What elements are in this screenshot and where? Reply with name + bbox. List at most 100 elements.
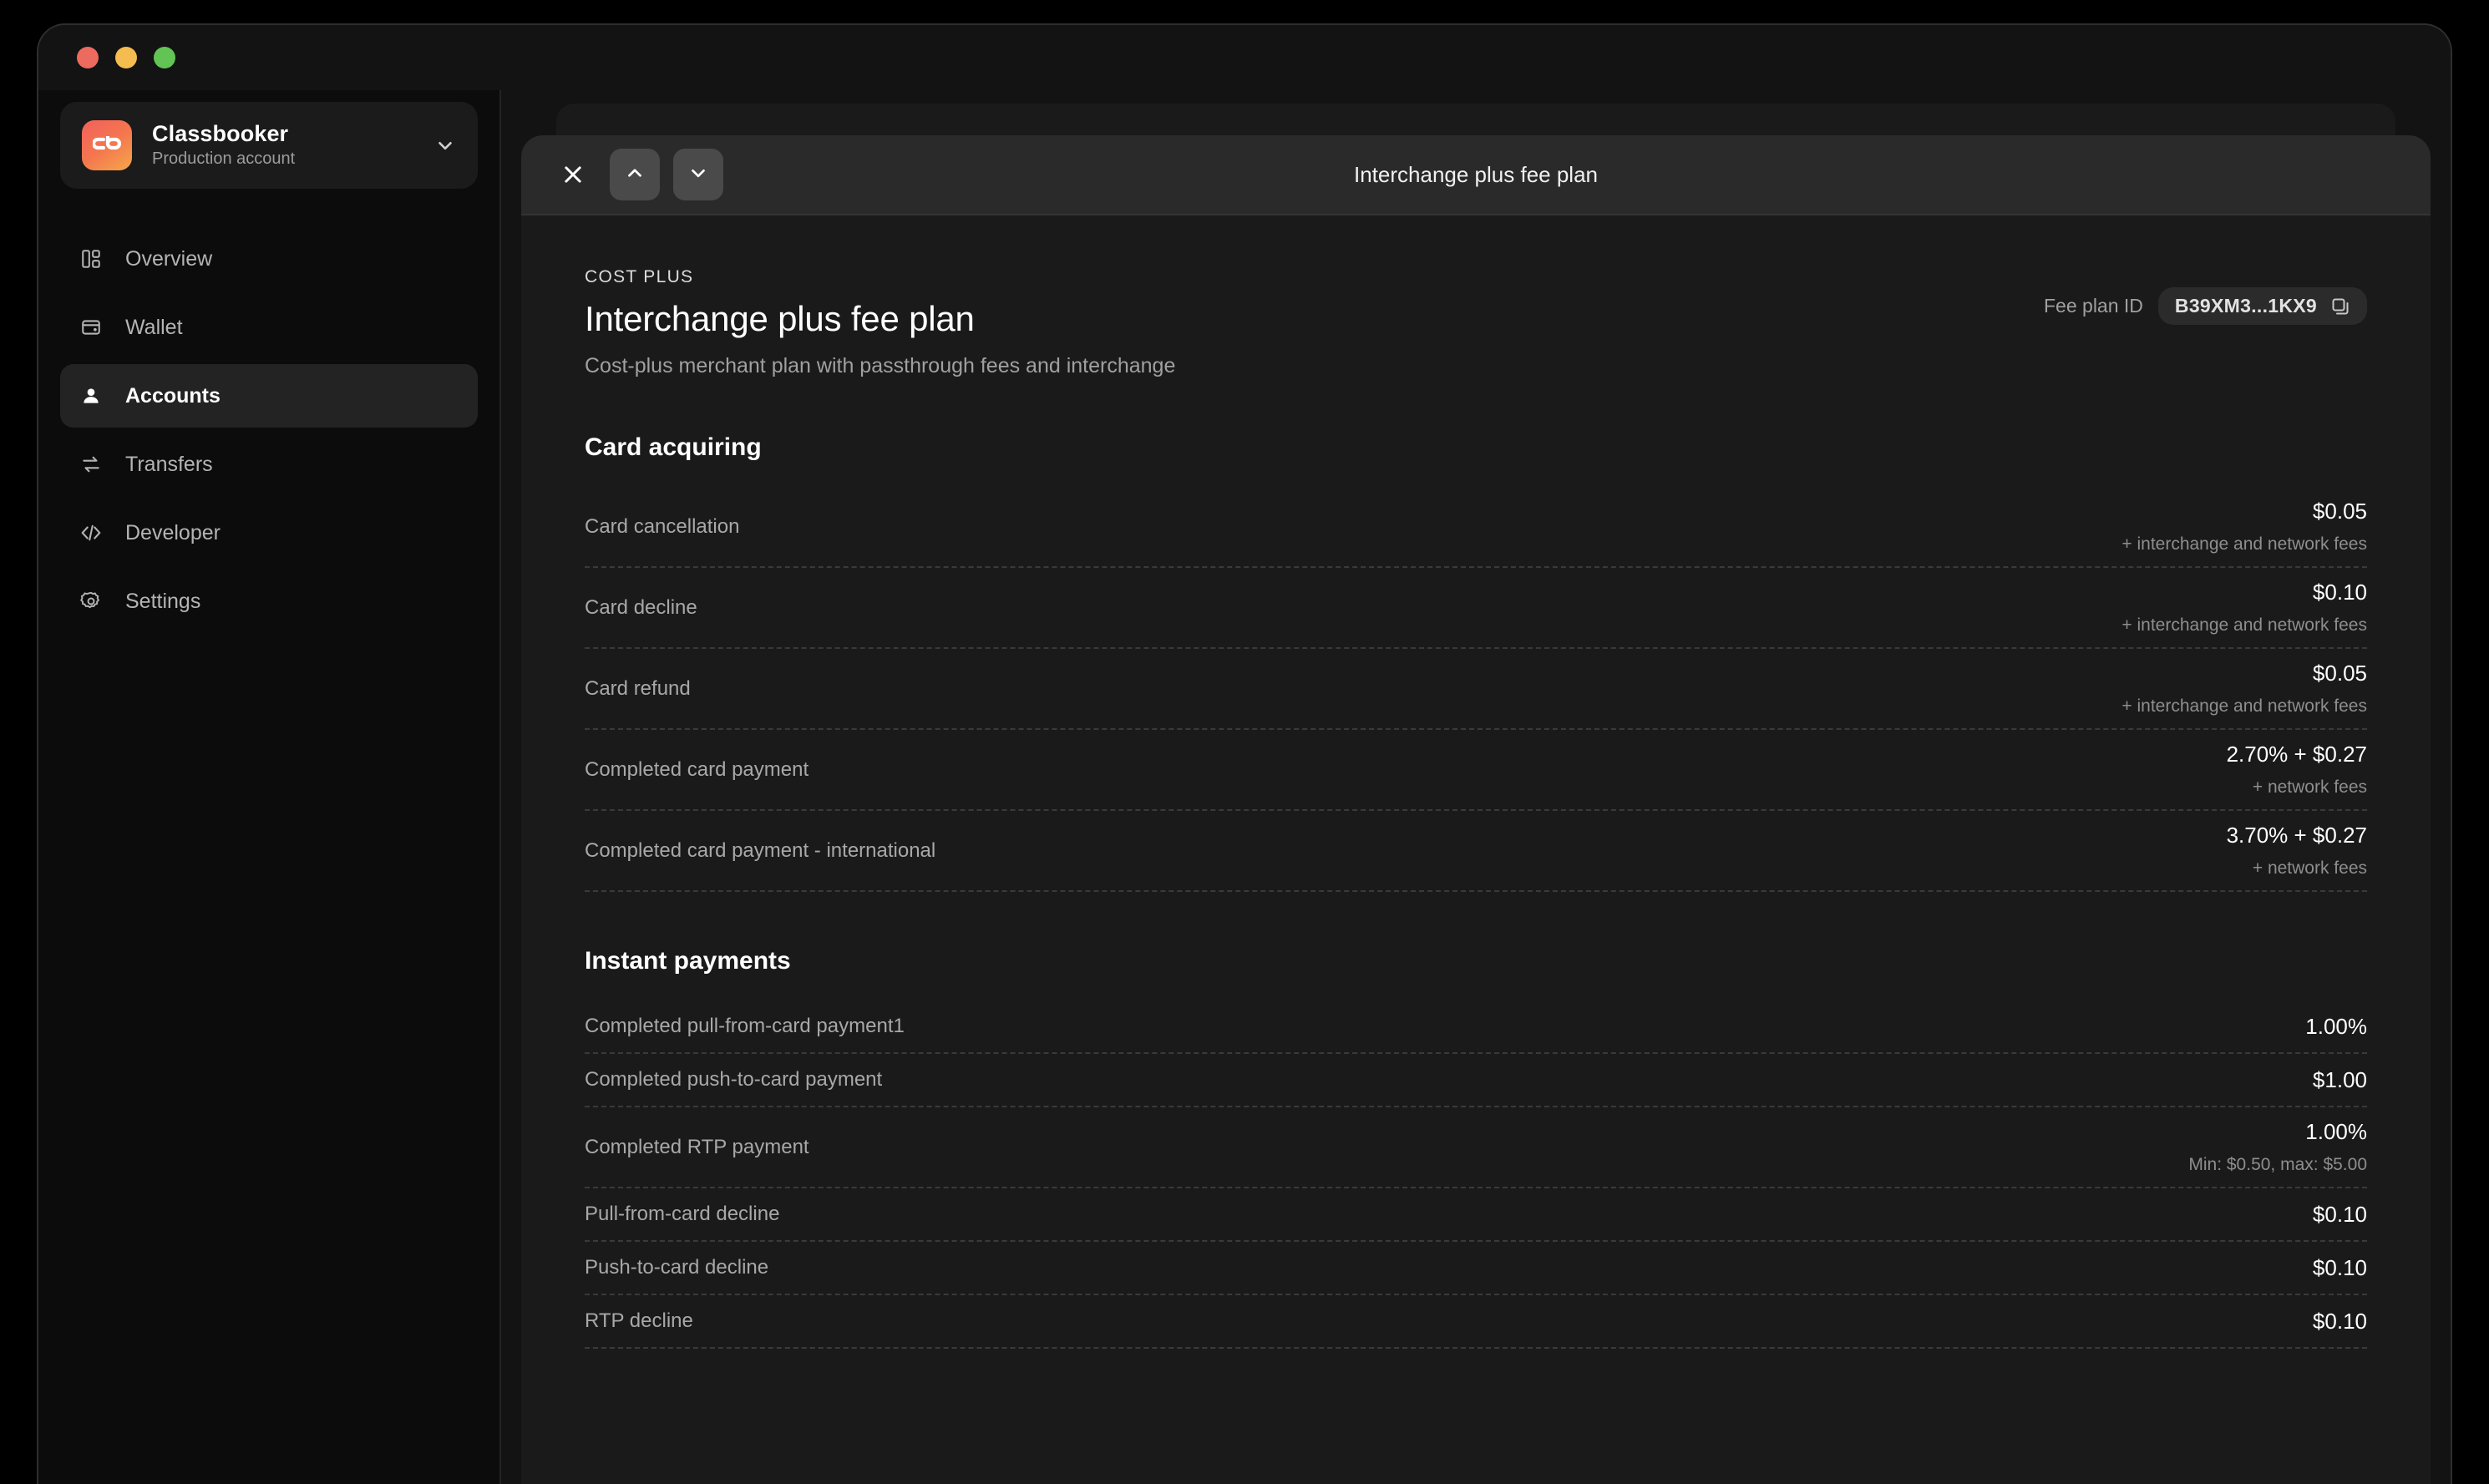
- fee-right: 1.00%: [2305, 1014, 2367, 1040]
- modal-title: Interchange plus fee plan: [1354, 161, 1598, 187]
- sidebar: Classbooker Production account Overview …: [38, 90, 501, 1484]
- fee-value: $0.05: [2312, 661, 2367, 686]
- plan-description: Cost-plus merchant plan with passthrough…: [585, 354, 1176, 377]
- gear-icon: [79, 590, 104, 612]
- classbooker-logo-icon: [82, 120, 132, 171]
- section-instant-payments: Instant payments Completed pull-from-car…: [585, 947, 2367, 1349]
- fee-row: Card cancellation $0.05 + interchange an…: [585, 487, 2367, 568]
- fee-right: $0.05 + interchange and network fees: [2121, 661, 2367, 717]
- fee-row: Card refund $0.05 + interchange and netw…: [585, 649, 2367, 730]
- fee-label: Pull-from-card decline: [585, 1203, 780, 1225]
- fee-row: Card decline $0.10 + interchange and net…: [585, 568, 2367, 649]
- fee-row: Completed card payment - international 3…: [585, 811, 2367, 892]
- modal-body: COST PLUS Interchange plus fee plan Cost…: [521, 215, 2431, 1484]
- fee-note: + network fees: [2252, 777, 2367, 797]
- fee-right: 1.00% Min: $0.50, max: $5.00: [2188, 1119, 2367, 1175]
- section-card-acquiring: Card acquiring Card cancellation $0.05 +…: [585, 433, 2367, 892]
- sidebar-item-label: Overview: [125, 246, 213, 271]
- fee-note: + network fees: [2252, 858, 2367, 878]
- fee-label: Completed RTP payment: [585, 1135, 809, 1158]
- fee-note: + interchange and network fees: [2121, 615, 2367, 635]
- account-text: Classbooker Production account: [152, 120, 414, 170]
- fee-value: $1.00: [2312, 1066, 2367, 1092]
- fee-row: Completed RTP payment 1.00% Min: $0.50, …: [585, 1107, 2367, 1188]
- section-title: Card acquiring: [585, 433, 762, 461]
- fee-note: + interchange and network fees: [2121, 534, 2367, 554]
- fee-label: Completed push-to-card payment: [585, 1068, 883, 1091]
- sidebar-nav: Overview Wallet Accounts Transfers Devel…: [60, 227, 478, 633]
- fee-note: + interchange and network fees: [2121, 696, 2367, 716]
- account-name: Classbooker: [152, 121, 289, 146]
- section-title: Instant payments: [585, 947, 791, 975]
- sidebar-item-accounts[interactable]: Accounts: [60, 364, 478, 428]
- fee-row: Pull-from-card decline $0.10: [585, 1188, 2367, 1242]
- person-icon: [79, 385, 104, 407]
- fee-right: $0.10: [2313, 1255, 2367, 1281]
- window-close-button[interactable]: [77, 47, 99, 68]
- chevron-up-icon: [624, 162, 646, 188]
- previous-item-button[interactable]: [610, 149, 660, 200]
- fee-plan-id-label: Fee plan ID: [2044, 295, 2143, 317]
- main-content: Interchange plus fee plan COST PLUS Inte…: [501, 90, 2451, 1484]
- fee-right: 2.70% + $0.27 + network fees: [2227, 742, 2367, 798]
- fee-label: RTP decline: [585, 1309, 693, 1332]
- plan-eyebrow: COST PLUS: [585, 267, 694, 286]
- window-minimize-button[interactable]: [115, 47, 137, 68]
- window-titlebar: [38, 25, 2451, 90]
- plan-header-text: COST PLUS Interchange plus fee plan Cost…: [585, 267, 1175, 378]
- fee-plan-detail-modal: Interchange plus fee plan COST PLUS Inte…: [521, 135, 2431, 1484]
- window-maximize-button[interactable]: [154, 47, 175, 68]
- sidebar-item-overview[interactable]: Overview: [60, 227, 478, 291]
- fee-right: $0.10 + interchange and network fees: [2121, 580, 2367, 636]
- account-switcher[interactable]: Classbooker Production account: [60, 102, 478, 190]
- app-window: Classbooker Production account Overview …: [37, 23, 2452, 1484]
- fee-row: Push-to-card decline $0.10: [585, 1242, 2367, 1295]
- fee-right: $0.10: [2313, 1202, 2367, 1228]
- fee-right: $0.05 + interchange and network fees: [2121, 499, 2367, 555]
- fee-row: Completed push-to-card payment $1.00: [585, 1054, 2367, 1107]
- fee-row: RTP decline $0.10: [585, 1295, 2367, 1349]
- next-item-button[interactable]: [673, 149, 723, 200]
- fee-label: Completed card payment: [585, 757, 809, 781]
- account-subtitle: Production account: [152, 149, 296, 169]
- fee-value: $0.10: [2312, 1201, 2367, 1227]
- fee-right: 3.70% + $0.27 + network fees: [2227, 823, 2367, 879]
- fee-label: Completed pull-from-card payment1: [585, 1015, 905, 1037]
- fee-plan-id-value: B39XM3...1KX9: [2174, 295, 2317, 317]
- fee-row: Completed pull-from-card payment1 1.00%: [585, 1000, 2367, 1054]
- page-title: Interchange plus fee plan: [585, 299, 975, 338]
- fee-value: 1.00%: [2305, 1013, 2367, 1039]
- copy-icon[interactable]: [2330, 296, 2350, 317]
- sidebar-item-transfers[interactable]: Transfers: [60, 433, 478, 496]
- sidebar-item-label: Developer: [125, 520, 221, 544]
- dashboard-icon: [79, 248, 104, 270]
- plan-header: COST PLUS Interchange plus fee plan Cost…: [585, 267, 2367, 378]
- fee-value: $0.10: [2312, 580, 2367, 605]
- fee-label: Card refund: [585, 676, 691, 700]
- fee-label: Card cancellation: [585, 514, 740, 538]
- sidebar-item-label: Accounts: [125, 383, 221, 408]
- app-body: Classbooker Production account Overview …: [38, 90, 2451, 1484]
- fee-value: $0.05: [2312, 499, 2367, 524]
- fee-right: $1.00: [2313, 1067, 2367, 1093]
- fee-value: $0.10: [2312, 1308, 2367, 1334]
- chevron-down-icon[interactable]: [434, 134, 456, 156]
- code-icon: [79, 522, 104, 544]
- transfers-icon: [79, 453, 104, 475]
- fee-label: Card decline: [585, 595, 697, 619]
- sidebar-item-wallet[interactable]: Wallet: [60, 296, 478, 359]
- fee-label: Push-to-card decline: [585, 1256, 769, 1279]
- fee-value: 3.70% + $0.27: [2226, 823, 2367, 848]
- chevron-down-icon: [687, 162, 709, 188]
- fee-note: Min: $0.50, max: $5.00: [2188, 1155, 2367, 1174]
- fee-plan-id-chip[interactable]: B39XM3...1KX9: [2157, 287, 2367, 325]
- fee-row: Completed card payment 2.70% + $0.27 + n…: [585, 730, 2367, 811]
- fee-label: Completed card payment - international: [585, 838, 936, 862]
- fee-right: $0.10: [2313, 1309, 2367, 1335]
- sidebar-item-developer[interactable]: Developer: [60, 501, 478, 565]
- close-icon[interactable]: [550, 151, 596, 198]
- sidebar-item-label: Transfers: [125, 452, 213, 476]
- fee-value: 1.00%: [2305, 1119, 2367, 1144]
- fee-value: 2.70% + $0.27: [2226, 742, 2367, 767]
- sidebar-item-settings[interactable]: Settings: [60, 570, 478, 633]
